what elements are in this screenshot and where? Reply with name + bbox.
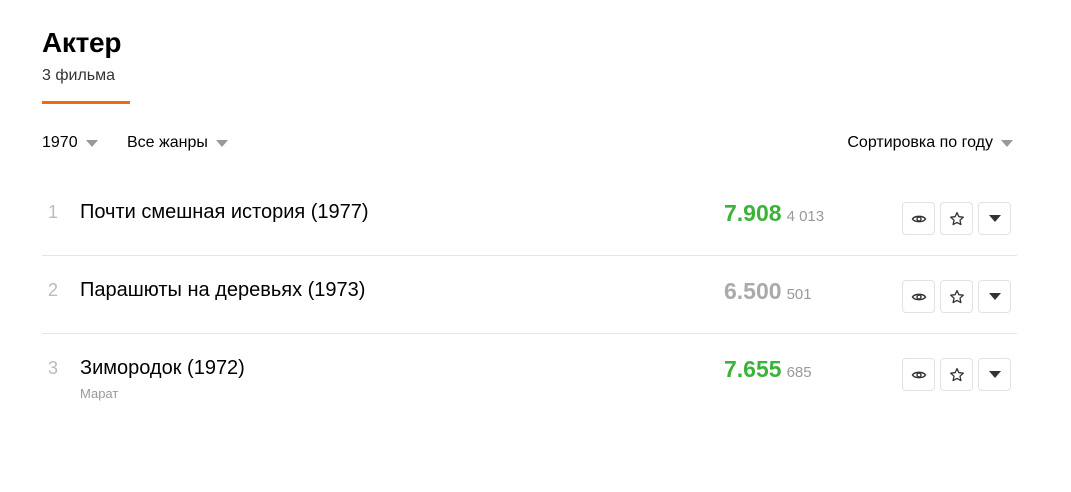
film-role: Марат <box>80 386 119 401</box>
rating-value: 7.908 <box>724 200 782 226</box>
film-row: 2 Парашюты на деревьях (1973) 6.500 501 <box>42 256 1017 334</box>
genre-filter-dropdown[interactable]: Все жанры <box>127 134 228 152</box>
title-underline <box>42 101 130 104</box>
star-icon <box>949 367 964 381</box>
favorite-button[interactable] <box>940 280 973 313</box>
rating-votes: 501 <box>786 286 812 303</box>
film-actions <box>902 202 1011 235</box>
rating-value: 7.655 <box>724 356 782 382</box>
film-row: 1 Почти смешная история (1977) 7.908 4 0… <box>42 178 1017 256</box>
chevron-down-icon <box>1001 139 1013 147</box>
eye-icon <box>911 215 926 222</box>
more-button[interactable] <box>978 280 1011 313</box>
rating-votes: 4 013 <box>786 208 825 225</box>
year-filter-label: 1970 <box>42 134 78 151</box>
page-header: Актер 3 фильма <box>42 26 121 86</box>
chevron-down-icon <box>85 139 98 147</box>
film-title-link[interactable]: Почти смешная история (1977) <box>80 201 369 224</box>
film-number: 1 <box>48 202 59 222</box>
sort-label: Сортировка по году <box>847 134 993 151</box>
eye-icon <box>911 371 926 378</box>
film-rating: 7.655 685 <box>724 356 812 383</box>
watched-button[interactable] <box>902 280 935 313</box>
page-title: Актер <box>42 27 122 58</box>
genre-filter-label: Все жанры <box>127 134 208 151</box>
filter-bar: 1970 Все жанры Сортировка по году <box>42 134 1013 158</box>
caret-down-icon <box>988 293 1001 300</box>
film-count: 3 фильма <box>42 67 116 84</box>
rating-votes: 685 <box>786 364 812 381</box>
chevron-down-icon <box>215 139 228 147</box>
film-title-link[interactable]: Зимородок (1972) <box>80 357 245 380</box>
star-icon <box>949 289 964 303</box>
rating-value: 6.500 <box>724 278 782 304</box>
watched-button[interactable] <box>902 358 935 391</box>
film-rating: 7.908 4 013 <box>724 200 824 227</box>
favorite-button[interactable] <box>940 202 973 235</box>
more-button[interactable] <box>978 358 1011 391</box>
sort-dropdown[interactable]: Сортировка по году <box>847 134 1013 152</box>
film-rating: 6.500 501 <box>724 278 812 305</box>
eye-icon <box>911 293 926 300</box>
favorite-button[interactable] <box>940 358 973 391</box>
film-number: 3 <box>48 358 59 378</box>
watched-button[interactable] <box>902 202 935 235</box>
film-actions <box>902 358 1011 391</box>
star-icon <box>949 211 964 225</box>
caret-down-icon <box>988 371 1001 378</box>
more-button[interactable] <box>978 202 1011 235</box>
caret-down-icon <box>988 215 1001 222</box>
year-filter-dropdown[interactable]: 1970 <box>42 134 98 152</box>
film-number: 2 <box>48 280 59 300</box>
film-row: 3 Зимородок (1972) Марат 7.655 685 <box>42 334 1017 411</box>
film-actions <box>902 280 1011 313</box>
film-list: 1 Почти смешная история (1977) 7.908 4 0… <box>42 178 1017 411</box>
film-title-link[interactable]: Парашюты на деревьях (1973) <box>80 279 365 302</box>
